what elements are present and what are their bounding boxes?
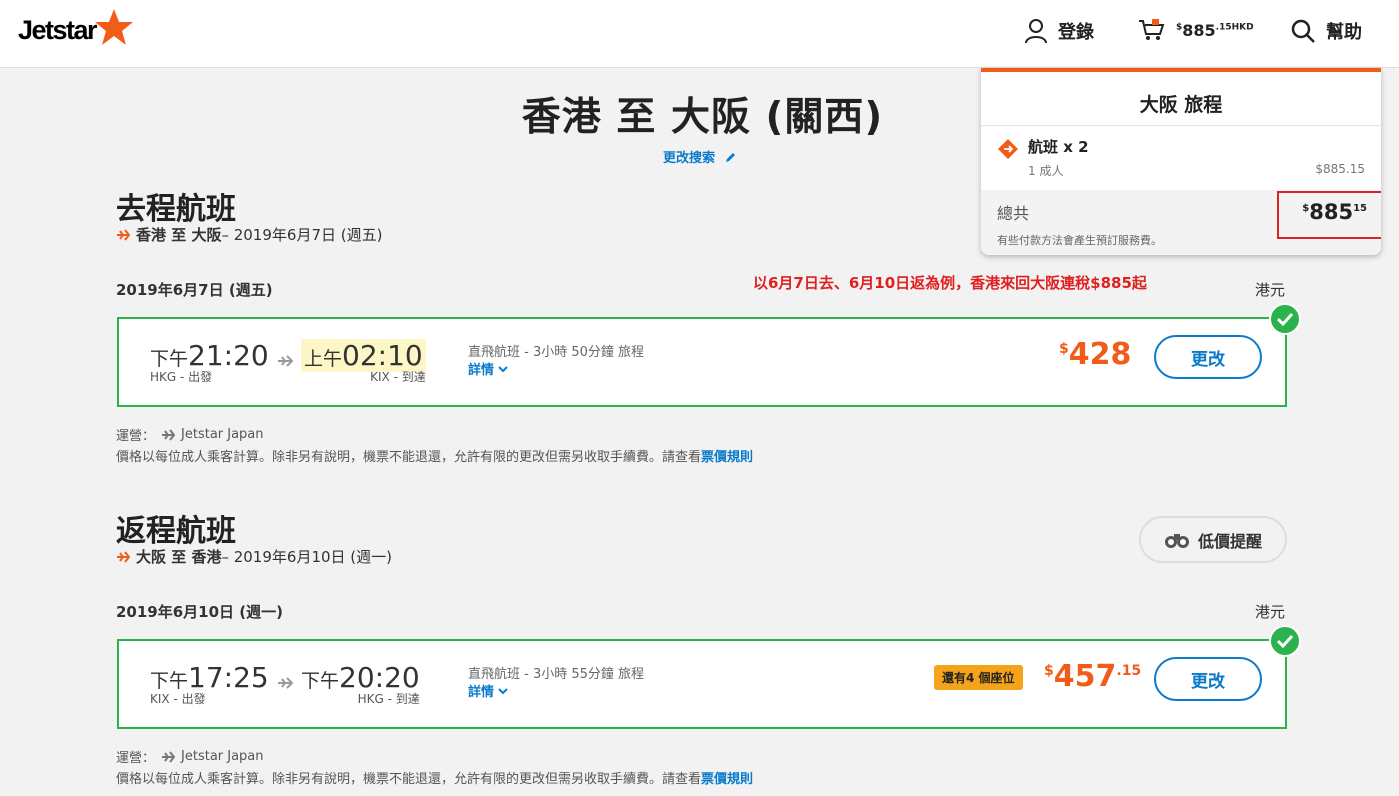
price-alert-label: 低價提醒 xyxy=(1197,531,1262,551)
cart-amount: $885.15HKD xyxy=(1176,21,1254,40)
outbound-fare-note: 價格以每位成人乘客計算。除非另有說明，機票不能退還，允許有限的更改但需另收取手續… xyxy=(116,446,753,465)
outbound-departure: 下午21:20 HKG - 出發 xyxy=(150,339,269,385)
price-main: 457 xyxy=(1053,659,1117,694)
cart-total-amount: $88515 xyxy=(1302,200,1367,224)
total-decimal: 15 xyxy=(1353,203,1367,214)
return-flight-card[interactable]: 下午17:25 KIX - 出發 下午20:20 HKG - 到達 直飛航班 -… xyxy=(117,625,1301,729)
return-operator: 運營： Jetstar Japan xyxy=(116,747,264,766)
chevron-down-icon xyxy=(498,687,508,694)
operator-label: 運營： xyxy=(116,751,156,766)
flight-info: 直飛航班 - 3小時 50分鐘 旅程 xyxy=(468,345,645,360)
price-main: 428 xyxy=(1068,337,1132,372)
cart-item-price: $885.15 xyxy=(1315,162,1365,176)
plane-icon xyxy=(162,428,176,441)
price-decimal: .15 xyxy=(1116,663,1142,679)
outbound-date-label: 2019年6月7日 (週五) xyxy=(116,281,273,299)
plane-icon xyxy=(278,355,293,367)
change-search-link[interactable]: 更改搜索 xyxy=(663,147,737,166)
details-label: 詳情 xyxy=(468,363,495,378)
operator-label: 運營： xyxy=(116,429,156,444)
operator-name: Jetstar Japan xyxy=(181,427,264,442)
help-link[interactable]: 幫助 xyxy=(1290,18,1362,44)
total-main: 885 xyxy=(1309,200,1354,224)
outbound-currency-label: 港元 xyxy=(1255,281,1286,299)
outbound-route-date: – 2019年6月7日 (週五) xyxy=(221,226,383,244)
user-icon xyxy=(1025,19,1047,44)
cart-item-passengers: 1 成人 xyxy=(1028,164,1064,178)
return-section-title: 返程航班 xyxy=(116,514,236,549)
return-currency-label: 港元 xyxy=(1255,603,1286,621)
cart-total-label: 總共 xyxy=(997,204,1030,223)
details-label: 詳情 xyxy=(468,685,495,700)
cart-dropdown-title: 大阪 旅程 xyxy=(981,72,1381,126)
plane-icon xyxy=(278,677,293,689)
return-date-label: 2019年6月10日 (週一) xyxy=(116,603,283,621)
cart-currency-code: HKD xyxy=(1231,22,1254,33)
jetstar-logo[interactable]: Jetstar xyxy=(18,9,134,47)
login-label: 登錄 xyxy=(1058,22,1094,43)
cart-icon xyxy=(1139,19,1165,40)
price-currency-symbol: $ xyxy=(1059,341,1069,357)
return-arrival: 下午20:20 HKG - 到達 xyxy=(301,661,420,707)
top-navigation-bar: Jetstar 登錄 $885.15HKD 幫助 xyxy=(0,0,1399,68)
cart-amount-decimal: .15 xyxy=(1215,22,1232,33)
flight-info: 直飛航班 - 3小時 55分鐘 旅程 xyxy=(468,667,645,682)
chevron-down-icon xyxy=(498,365,508,372)
cart-dropdown: 大阪 旅程 航班 x 2 1 成人 $885.15 總共 有些付款方法會產生預訂… xyxy=(981,68,1381,255)
plane-icon xyxy=(117,550,130,563)
plane-icon xyxy=(162,750,176,763)
selected-check-icon xyxy=(1269,303,1301,335)
departure-ampm: 下午 xyxy=(150,670,189,692)
details-link[interactable]: 詳情 xyxy=(468,681,508,700)
outbound-change-button[interactable]: 更改 xyxy=(1154,335,1262,379)
search-icon xyxy=(1291,19,1315,43)
price-currency-symbol: $ xyxy=(1044,663,1054,679)
login-link[interactable]: 登錄 xyxy=(1024,18,1094,44)
return-fare-note: 價格以每位成人乘客計算。除非另有說明，機票不能退還，允許有限的更改但需另收取手續… xyxy=(116,768,753,787)
outbound-flight-card[interactable]: 下午21:20 HKG - 出發 上午02:10 KIX - 到達 直飛航班 -… xyxy=(117,303,1301,407)
outbound-route-cities: 香港 至 大阪 xyxy=(136,226,222,244)
cart-link[interactable]: $885.15HKD xyxy=(1138,18,1254,42)
fare-rules-link[interactable]: 票價規則 xyxy=(701,772,753,787)
change-search-label: 更改搜索 xyxy=(663,151,716,166)
return-route: 大阪 至 香港 – 2019年6月10日 (週一) xyxy=(116,546,392,567)
help-label: 幫助 xyxy=(1326,22,1362,43)
seats-remaining-badge: 還有4 個座位 xyxy=(934,665,1023,690)
logo-text: Jetstar xyxy=(18,14,98,45)
cart-amount-main: 885 xyxy=(1182,20,1216,40)
price-alert-button[interactable]: 低價提醒 xyxy=(1139,516,1287,563)
fare-note-text: 價格以每位成人乘客計算。除非另有說明，機票不能退還，允許有限的更改但需另收取手續… xyxy=(116,450,702,465)
arrival-ampm: 上午 xyxy=(304,348,343,370)
cart-item-label: 航班 x 2 xyxy=(1028,138,1089,156)
return-price: $457.15 xyxy=(1044,659,1141,694)
operator-name: Jetstar Japan xyxy=(181,749,264,764)
arrival-ampm: 下午 xyxy=(301,670,340,692)
cart-item-flights: 航班 x 2 1 成人 $885.15 xyxy=(981,126,1381,190)
promo-note: 以6月7日去、6月10日返為例，香港來回大阪連稅$885起 xyxy=(753,274,1147,292)
binoculars-icon xyxy=(1164,533,1189,548)
outbound-route: 香港 至 大阪 – 2019年6月7日 (週五) xyxy=(116,224,382,245)
departure-ampm: 下午 xyxy=(150,348,189,370)
return-route-cities: 大阪 至 香港 xyxy=(136,548,222,566)
cart-total: 總共 有些付款方法會產生預訂服務費。 $88515 xyxy=(981,190,1381,255)
pencil-icon xyxy=(726,152,736,162)
star-icon xyxy=(95,9,134,45)
outbound-arrival: 上午02:10 KIX - 到達 xyxy=(301,339,426,385)
fare-rules-link[interactable]: 票價規則 xyxy=(701,450,753,465)
return-change-button[interactable]: 更改 xyxy=(1154,657,1262,701)
flight-ticket-icon xyxy=(998,139,1018,159)
fare-note-text: 價格以每位成人乘客計算。除非另有說明，機票不能退還，允許有限的更改但需另收取手續… xyxy=(116,772,702,787)
outbound-section-title: 去程航班 xyxy=(116,192,236,227)
return-departure: 下午17:25 KIX - 出發 xyxy=(150,661,269,707)
plane-icon xyxy=(117,228,130,241)
return-route-date: – 2019年6月10日 (週一) xyxy=(221,548,392,566)
selected-check-icon xyxy=(1269,625,1301,657)
cart-total-note: 有些付款方法會產生預訂服務費。 xyxy=(997,234,1162,247)
outbound-operator: 運營： Jetstar Japan xyxy=(116,425,264,444)
outbound-price: $428 xyxy=(1059,337,1131,372)
details-link[interactable]: 詳情 xyxy=(468,359,508,378)
